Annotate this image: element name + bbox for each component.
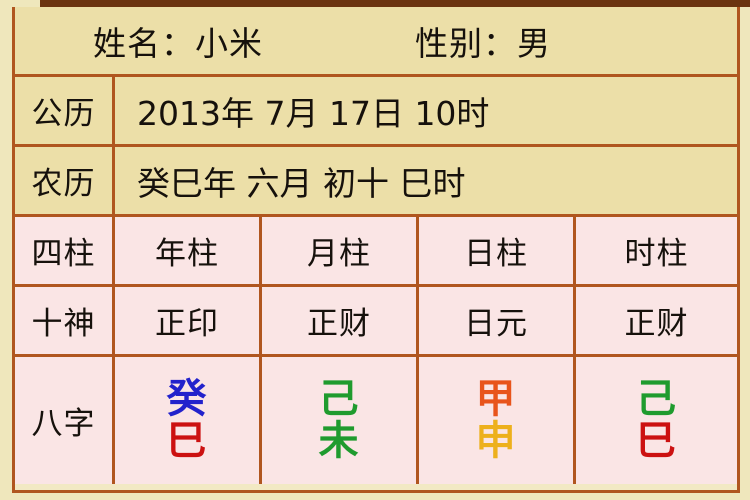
table-row-four-pillars: 四柱 年柱 月柱 日柱 时柱: [15, 217, 737, 287]
bazi-branch-hour: 巳: [636, 417, 677, 464]
bazi-pillar-year: 癸 巳: [115, 357, 262, 484]
bazi-stem-month: 己: [318, 375, 360, 422]
pillar-header-hour: 时柱: [624, 236, 689, 272]
bazi-label: 八字: [15, 357, 115, 484]
pillar-header-month: 月柱: [262, 217, 419, 284]
ten-gods-label: 十神: [15, 287, 115, 354]
lunar-date-value: 癸巳年 六月 初十 巳时: [137, 163, 466, 203]
solar-date-label: 公历: [15, 77, 115, 144]
bazi-branch-month: 未: [318, 417, 360, 464]
bazi-pillar-day: 甲 申: [419, 357, 576, 484]
bazi-branch-day: 申: [475, 417, 517, 464]
ten-gods-month: 正财: [262, 287, 419, 354]
ten-gods-day: 日元: [419, 287, 576, 354]
ten-gods-hour: 正财: [624, 306, 689, 342]
four-pillars-label: 四柱: [15, 217, 115, 284]
bazi-branch-year: 巳: [166, 417, 208, 464]
table-row-lunar-date: 农历 癸巳年 六月 初十 巳时: [15, 147, 737, 217]
pillar-header-day: 日柱: [419, 217, 576, 284]
top-decorative-strip: [0, 0, 750, 7]
bazi-pillar-month: 己 未: [262, 357, 419, 484]
bazi-pillar-hour: 己 巳: [576, 357, 737, 484]
top-strip-left-gap: [0, 0, 40, 7]
person-gender-text: 性别：男: [415, 23, 551, 63]
table-row-bazi: 八字 癸 巳 己 未 甲 申 己 巳: [15, 357, 737, 484]
header-cell: 姓名：小米 性别：男: [15, 7, 737, 74]
table-row-solar-date: 公历 2013年 7月 17日 10时: [15, 77, 737, 147]
table-row-ten-gods: 十神 正印 正财 日元 正财: [15, 287, 737, 357]
ten-gods-year: 正印: [115, 287, 262, 354]
solar-date-value: 2013年 7月 17日 10时: [137, 93, 490, 133]
bazi-stem-day: 甲: [475, 375, 517, 422]
lunar-date-label: 农历: [15, 147, 115, 214]
pillar-header-year: 年柱: [115, 217, 262, 284]
table-row-header: 姓名：小米 性别：男: [15, 7, 737, 77]
bazi-stem-hour: 己: [636, 375, 677, 422]
bazi-table: 姓名：小米 性别：男 公历 2013年 7月 17日 10时 农历 癸巳年 六月…: [12, 7, 740, 493]
bazi-stem-year: 癸: [166, 375, 208, 422]
person-name-text: 姓名：小米: [93, 23, 263, 63]
